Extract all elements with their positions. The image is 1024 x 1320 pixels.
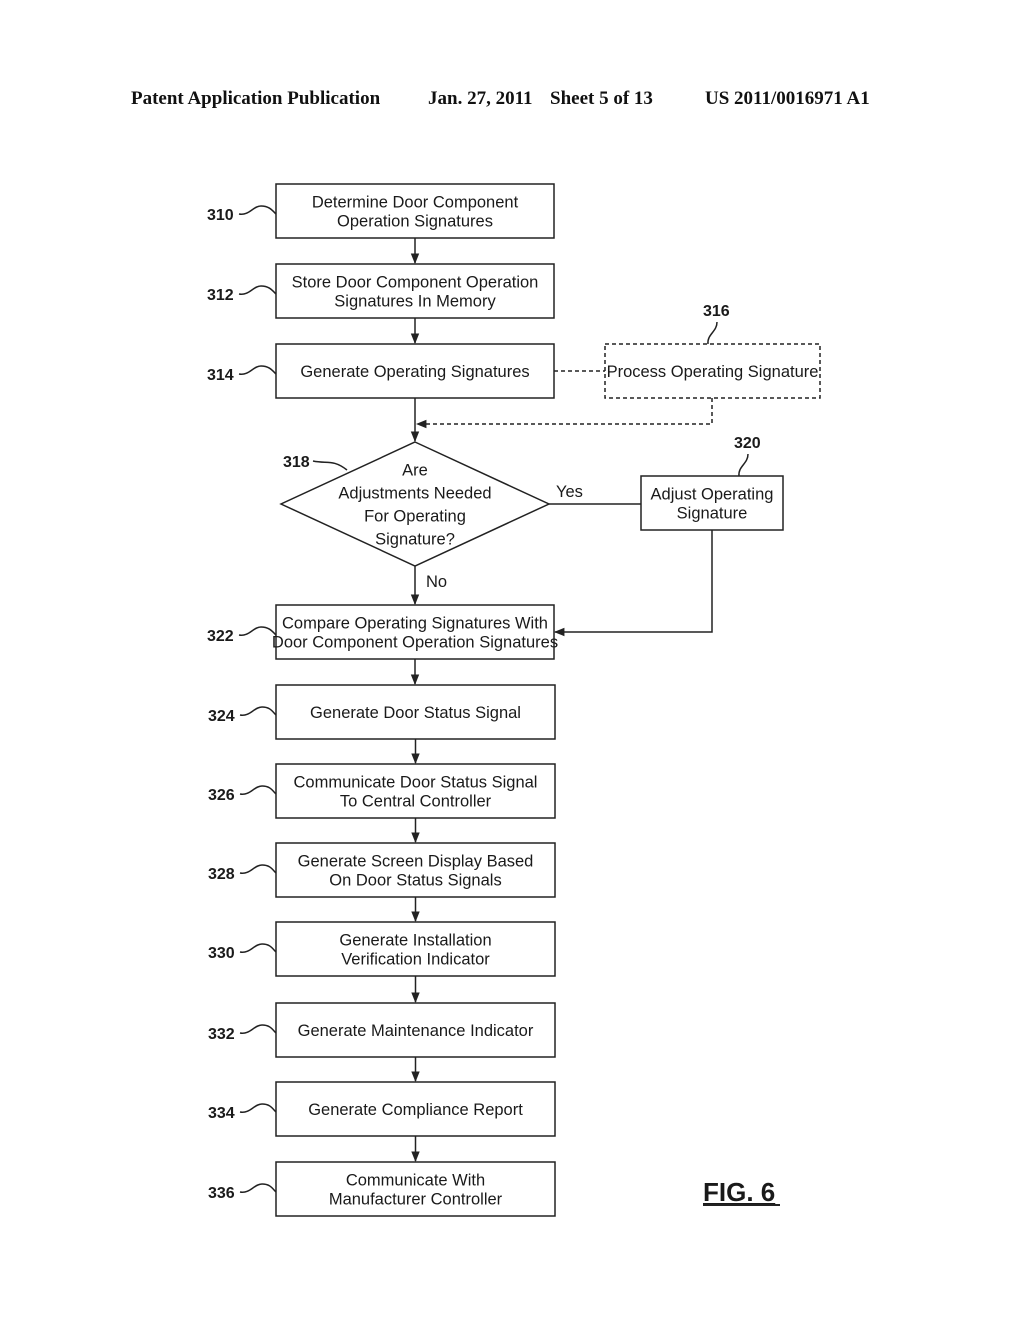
reference-numeral: 326 [208,787,235,804]
node-label-line: Generate Maintenance Indicator [298,1022,534,1040]
node-336: Communicate WithManufacturer Controller [275,1161,556,1217]
node-label-line: Determine Door Component [312,194,519,212]
node-label-line: Signature? [375,531,455,549]
edge-316-318 [415,398,713,429]
node-310: Determine Door ComponentOperation Signat… [275,183,555,239]
leader-line [239,943,277,953]
node-label-line: Process Operating Signature [607,363,819,381]
node-label-line: Generate Installation [339,932,491,950]
node-label-line: Generate Door Status Signal [310,704,521,722]
reference-numeral: 336 [208,1185,235,1202]
leader-line [238,285,277,295]
node-label-line: Generate Compliance Report [308,1101,523,1119]
node-318: Are Adjustments Needed For Operating Signat… [279,441,551,567]
leader-line [238,365,277,375]
node-328: Generate Screen Display BasedOn Door Sta… [275,842,556,898]
node-332: Generate Maintenance Indicator [275,1002,556,1058]
leader-line [239,1183,277,1193]
reference-numeral: 314 [207,367,234,384]
reference-numeral: 322 [207,628,234,645]
node-label-line: Store Door Component Operation [292,274,539,292]
node-label-line: Compare Operating Signatures With [282,615,548,633]
leader-line [239,1103,277,1113]
node-312: Store Door Component OperationSignatures… [275,263,555,319]
node-label-line: Communicate Door Status Signal [294,774,538,792]
node-316: Process Operating Signature [604,343,821,399]
node-label-line: Generate Operating Signatures [300,363,529,381]
reference-numeral: 330 [208,945,235,962]
node-314: Generate Operating Signatures [275,343,555,399]
node-320: Adjust OperatingSignature [640,475,784,531]
leader-line [238,205,277,215]
node-label-line: On Door Status Signals [329,872,501,890]
reference-numeral: 312 [207,287,234,304]
node-label-line: Signature [677,505,748,523]
node-label-line: Adjustments Needed [338,485,491,503]
edge-320-322 [553,530,713,637]
node-label-line: Generate Screen Display Based [298,853,534,871]
node-322: Compare Operating Signatures WithDoor Co… [272,604,558,660]
leader-line [239,1024,277,1034]
reference-numeral: 320 [734,435,761,452]
node-label-line: Operation Signatures [337,213,493,231]
node-330: Generate InstallationVerification Indica… [275,921,556,977]
reference-numeral: 334 [208,1105,235,1122]
node-label-line: Signatures In Memory [334,293,496,311]
reference-numeral: 332 [208,1026,235,1043]
node-label-line: To Central Controller [340,793,492,811]
leader-line [707,321,718,345]
edge-label-yes: Yes [556,483,583,501]
reference-numeral: 318 [283,454,310,471]
reference-numeral: 310 [207,207,234,224]
node-324: Generate Door Status Signal [275,684,556,740]
node-label-line: Door Component Operation Signatures [272,634,558,652]
node-label-line: Are [402,462,428,480]
node-326: Communicate Door Status SignalTo Central… [275,763,556,819]
leader-line [312,460,348,471]
node-label-line: Communicate With [346,1172,485,1190]
node-334: Generate Compliance Report [275,1081,556,1137]
leader-line [738,453,749,477]
figure-label: FIG. 6 [703,1177,775,1207]
reference-numeral: 316 [703,303,730,320]
node-label-line: Verification Indicator [341,951,490,969]
flowchart: Determine Door ComponentOperation Signat… [207,183,821,1217]
leader-line [239,864,277,874]
leader-line [238,626,277,636]
node-label-line: For Operating [364,508,466,526]
reference-numeral: 328 [208,866,235,883]
leader-line [239,785,277,795]
reference-numeral: 324 [208,708,235,725]
edge-label-no: No [426,573,447,591]
leader-line [239,706,277,716]
node-label-line: Adjust Operating [651,486,774,504]
node-label-line: Manufacturer Controller [329,1191,503,1209]
